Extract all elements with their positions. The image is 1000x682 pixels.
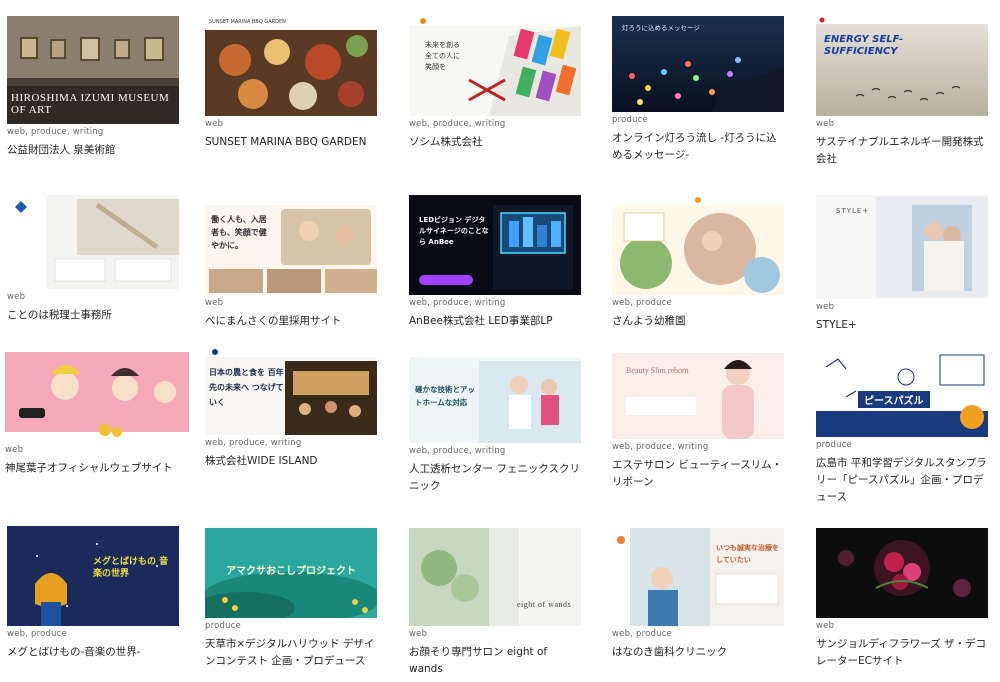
work-tags: web	[816, 119, 835, 129]
work-thumbnail[interactable]: STYLE+	[816, 195, 988, 299]
thumb-copy: 未来を創る全ての人に笑顔を	[425, 41, 460, 71]
work-thumbnail[interactable]: LEDビジョン デジタルサイネージのことなら AnBee	[409, 195, 581, 295]
work-title[interactable]: はなのき歯科クリニック	[612, 644, 784, 661]
work-tags: web	[409, 629, 428, 639]
work-title[interactable]: AnBee株式会社 LED事業部LP	[409, 313, 581, 330]
work-tags: web	[816, 621, 835, 631]
thumb-headline: ENERGY SELF-SUFFICIENCY	[824, 34, 904, 57]
work-title[interactable]: サンジョルディフラワーズ ザ・デコレーターECサイト	[816, 636, 988, 670]
work-thumbnail[interactable]: eight of wands	[409, 528, 581, 626]
thumb-caption: HIROSHIMA IZUMI MUSEUM OF ART	[11, 92, 170, 116]
work-title[interactable]: さんよう幼稚園	[612, 313, 784, 330]
work-tags: produce	[612, 115, 648, 125]
thumb-logo: eight of wands	[517, 600, 572, 609]
work-title[interactable]: 神尾葉子オフィシャルウェブサイト	[5, 460, 177, 477]
work-title[interactable]: 広島市 平和学習デジタルスタンプラリー「ピースパズル」企画・プロデュース	[816, 455, 988, 506]
thumb-copy: 確かな技術とアットホームな対応	[415, 385, 475, 407]
work-thumbnail[interactable]: ピースパズル	[816, 347, 988, 437]
work-title[interactable]: べにまんさくの里採用サイト	[205, 313, 377, 330]
work-title[interactable]: 人工透析センター フェニックスクリニック	[409, 461, 581, 495]
work-title[interactable]: ことのは税理士事務所	[7, 307, 179, 324]
work-title[interactable]: お顔そり専門サロン eight of wands	[409, 644, 581, 678]
work-thumbnail[interactable]: 灯ろうに込めるメッセージ	[612, 16, 784, 112]
work-tags: web	[5, 445, 24, 455]
work-tags: web	[205, 298, 224, 308]
work-tags: web, produce, writing	[409, 119, 506, 129]
work-tags: web	[816, 302, 835, 312]
work-title[interactable]: サステイナブルエネルギー開発株式会社	[816, 134, 988, 168]
work-thumbnail[interactable]: Beauty Slim reborn	[612, 345, 784, 439]
work-thumbnail[interactable]: 確かな技術とアットホームな対応	[409, 347, 581, 443]
work-thumbnail[interactable]: 日本の農と食を 百年先の未来へ つなげていく	[205, 347, 377, 435]
work-thumbnail[interactable]: メグとばけもの 音楽の世界	[7, 526, 179, 626]
work-title[interactable]: 天草市×デジタルハリウッド デザインコンテスト 企画・プロデュース	[205, 636, 377, 670]
work-title[interactable]: STYLE+	[816, 317, 988, 334]
thumb-copy: いつも誠実な治療をしていたい	[716, 544, 779, 564]
work-tags: web, produce	[612, 298, 672, 308]
work-thumbnail[interactable]: HIROSHIMA IZUMI MUSEUM OF ART	[7, 16, 179, 124]
work-card[interactable]: LEDビジョン デジタルサイネージのことなら AnBee web, produc…	[409, 195, 581, 330]
work-card[interactable]: メグとばけもの 音楽の世界 web, produce メグとばけもの-音楽の世界…	[7, 526, 179, 661]
work-card[interactable]: SUNSET MARINA BBQ GARDEN web SUNSET MARI…	[205, 16, 377, 151]
work-card[interactable]: ピースパズル produce 広島市 平和学習デジタルスタンプラリー「ピースパズ…	[816, 347, 988, 506]
work-card[interactable]: 灯ろうに込めるメッセージ produce オンライン灯ろう流し -灯ろうに込める…	[612, 16, 784, 164]
thumb-headline: アマクサおこしプロジェクト	[226, 566, 356, 577]
work-title[interactable]: メグとばけもの-音楽の世界-	[7, 644, 179, 661]
work-tags: web	[7, 292, 26, 302]
thumb-copy: 日本の農と食を 百年先の未来へ つなげていく	[209, 368, 284, 407]
work-thumbnail[interactable]: 働く人も、入居者も、笑顔で健やかに。	[205, 195, 377, 295]
work-thumbnail[interactable]	[612, 195, 784, 295]
work-title[interactable]: SUNSET MARINA BBQ GARDEN	[205, 134, 377, 151]
work-thumbnail[interactable]: 未来を創る全ての人に笑顔を	[409, 16, 581, 116]
work-title[interactable]: 株式会社WIDE ISLAND	[205, 453, 377, 470]
work-card[interactable]: ENERGY SELF-SUFFICIENCY web サステイナブルエネルギー…	[816, 16, 988, 168]
thumb-copy: Beauty Slim reborn	[626, 366, 689, 375]
work-card[interactable]: web 神尾葉子オフィシャルウェブサイト	[5, 334, 189, 477]
work-tags: web, produce, writing	[612, 442, 709, 452]
work-card[interactable]: いつも誠実な治療をしていたい web, produce はなのき歯科クリニック	[612, 528, 784, 661]
thumb-headline: メグとばけもの 音楽の世界	[93, 557, 169, 579]
thumb-copy: 働く人も、入居者も、笑顔で健やかに。	[211, 215, 267, 250]
work-tags: web, produce, writing	[409, 446, 506, 456]
work-card[interactable]: 働く人も、入居者も、笑顔で健やかに。 web べにまんさくの里採用サイト	[205, 195, 377, 330]
work-thumbnail[interactable]	[816, 528, 988, 618]
thumb-headline: ピースパズル	[858, 391, 930, 408]
work-thumbnail[interactable]: いつも誠実な治療をしていたい	[612, 528, 784, 626]
work-card[interactable]: HIROSHIMA IZUMI MUSEUM OF ART web, produ…	[7, 16, 179, 159]
work-tags: web, produce	[612, 629, 672, 639]
work-card[interactable]: web ことのは税理士事務所	[7, 195, 179, 324]
work-card[interactable]: web サンジョルディフラワーズ ザ・デコレーターECサイト	[816, 528, 988, 670]
work-thumbnail[interactable]: アマクサおこしプロジェクト	[205, 528, 377, 618]
work-tags: web	[205, 119, 224, 129]
work-tags: web, produce	[7, 629, 67, 639]
work-card[interactable]: STYLE+ web STYLE+	[816, 195, 988, 334]
work-tags: web, produce, writing	[409, 298, 506, 308]
work-title[interactable]: エステサロン ビューティースリム・リボーン	[612, 457, 784, 491]
work-title[interactable]: 公益財団法人 泉美術館	[7, 142, 179, 159]
work-title[interactable]: オンライン灯ろう流し -灯ろうに込めるメッセージ-	[612, 130, 784, 164]
work-card[interactable]: eight of wands web お顔そり専門サロン eight of wa…	[409, 528, 581, 678]
thumb-copy: 灯ろうに込めるメッセージ	[622, 24, 700, 32]
work-card[interactable]: Beauty Slim reborn web, produce, writing…	[612, 345, 784, 491]
thumb-copy: LEDビジョン デジタルサイネージのことなら AnBee	[419, 216, 489, 246]
thumb-logo: SUNSET MARINA BBQ GARDEN	[209, 19, 286, 25]
work-tags: web, produce, writing	[205, 438, 302, 448]
work-card[interactable]: 確かな技術とアットホームな対応 web, produce, writing 人工…	[409, 347, 581, 495]
work-tags: web, produce, writing	[7, 127, 104, 137]
thumb-logo: STYLE+	[836, 207, 870, 215]
work-card[interactable]: アマクサおこしプロジェクト produce 天草市×デジタルハリウッド デザイン…	[205, 528, 377, 670]
work-card[interactable]: 未来を創る全ての人に笑顔を web, produce, writing ソシム株…	[409, 16, 581, 151]
work-card[interactable]: 日本の農と食を 百年先の未来へ つなげていく web, produce, wri…	[205, 347, 377, 470]
work-thumbnail[interactable]: ENERGY SELF-SUFFICIENCY	[816, 16, 988, 116]
work-tags: produce	[816, 440, 852, 450]
work-thumbnail[interactable]: SUNSET MARINA BBQ GARDEN	[205, 16, 377, 116]
work-thumbnail[interactable]	[7, 195, 179, 289]
work-title[interactable]: ソシム株式会社	[409, 134, 581, 151]
work-tags: produce	[205, 621, 241, 631]
work-card[interactable]: web, produce さんよう幼稚園	[612, 195, 784, 330]
work-thumbnail[interactable]	[5, 334, 189, 442]
